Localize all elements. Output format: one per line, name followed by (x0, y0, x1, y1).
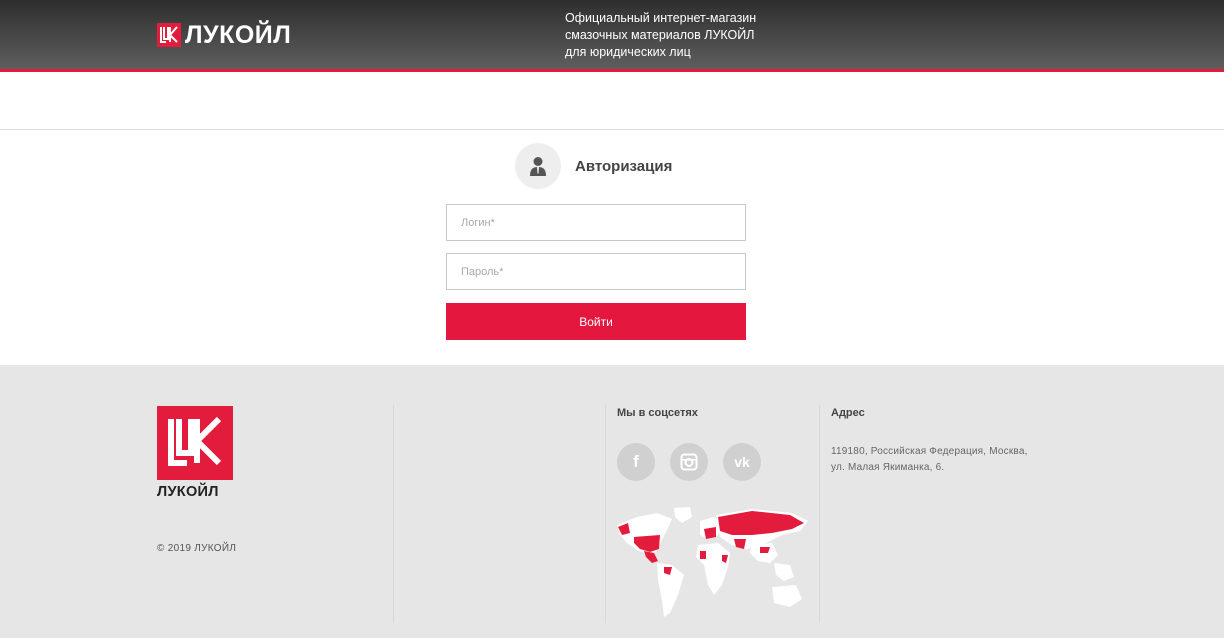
header-tagline: Официальный интернет-магазин смазочных м… (565, 10, 805, 61)
top-band (0, 75, 1224, 130)
login-input[interactable] (446, 204, 746, 241)
vk-icon[interactable]: vk (723, 443, 761, 481)
footer-logo[interactable]: ЛУКОЙЛ (157, 406, 233, 500)
password-input[interactable] (446, 253, 746, 290)
tagline-line-3: для юридических лиц (565, 45, 691, 59)
address-line-1: 119180, Российская Федерация, Москва, (831, 446, 1028, 457)
login-button[interactable]: Войти (446, 303, 746, 340)
copyright-text: © 2019 ЛУКОЙЛ (157, 543, 237, 554)
header-brand-name: ЛУКОЙЛ (185, 21, 292, 49)
site-footer: ЛУКОЙЛ © 2019 ЛУКОЙЛ Мы в соцсетях f vk (0, 365, 1224, 638)
lukoil-footer-logo-icon (157, 406, 233, 480)
auth-title: Авторизация (575, 157, 673, 175)
site-header: ЛУКОЙЛ Официальный интернет-магазин смаз… (0, 0, 1224, 72)
footer-divider (819, 405, 820, 623)
facebook-icon[interactable]: f (617, 443, 655, 481)
footer-brand-name: ЛУКОЙЛ (157, 484, 219, 500)
tagline-line-2: смазочных материалов ЛУКОЙЛ (565, 28, 755, 42)
address-title: Адрес (831, 407, 865, 419)
social-title: Мы в соцсетях (617, 407, 698, 419)
instagram-icon[interactable] (670, 443, 708, 481)
tagline-line-1: Официальный интернет-магазин (565, 11, 757, 25)
auth-heading: Авторизация (515, 143, 672, 189)
world-map-icon (617, 507, 808, 617)
header-logo[interactable]: ЛУКОЙЛ (157, 22, 291, 48)
address-text: 119180, Российская Федерация, Москва, ул… (831, 444, 1041, 476)
footer-divider (605, 405, 606, 623)
lukoil-logo-icon (157, 23, 181, 47)
user-icon (515, 143, 561, 189)
address-line-2: ул. Малая Якиманка, 6. (831, 462, 945, 473)
footer-divider (393, 405, 394, 623)
social-links: f vk (617, 443, 761, 481)
